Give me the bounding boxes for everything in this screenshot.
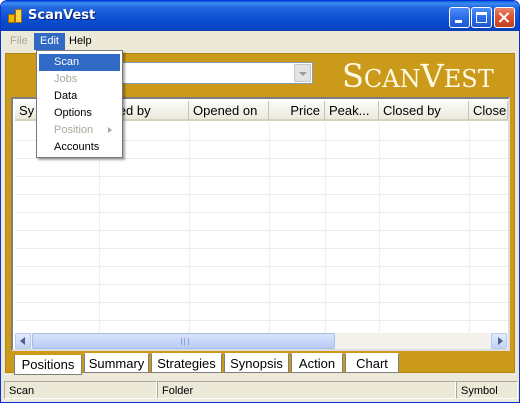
column-header-closed-by[interactable]: Closed by [379, 101, 469, 121]
window-title: ScanVest [28, 8, 96, 23]
menu-item-position: Position [39, 122, 120, 139]
tab-summary[interactable]: Summary [84, 353, 149, 373]
menu-edit[interactable]: Edit [34, 33, 65, 50]
status-pane-middle: Folder [157, 381, 456, 399]
app-icon [8, 9, 23, 24]
app-window: ScanVest File Edit Help SCANVEST Sy Open… [0, 0, 520, 403]
menu-item-position-label: Position [54, 124, 94, 136]
maximize-icon [476, 12, 487, 23]
submenu-arrow-icon [108, 127, 112, 133]
menu-item-scan[interactable]: Scan [39, 54, 120, 71]
menu-item-accounts[interactable]: Accounts [39, 139, 120, 156]
tab-synopsis[interactable]: Synopsis [224, 353, 289, 373]
tab-positions[interactable]: Positions [14, 355, 82, 375]
menu-file[interactable]: File [4, 33, 34, 50]
scroll-left-icon[interactable] [15, 333, 31, 349]
column-header-close[interactable]: Close [469, 101, 508, 121]
brand-logo: SCANVEST [342, 57, 494, 95]
menu-item-data[interactable]: Data [39, 88, 120, 105]
column-header-peak[interactable]: Peak... [325, 101, 379, 121]
maximize-button[interactable] [471, 7, 492, 28]
chevron-down-icon[interactable] [294, 64, 311, 82]
status-bar: Scan Folder Symbol [1, 379, 519, 401]
horizontal-scrollbar[interactable] [15, 333, 508, 349]
minimize-icon [455, 20, 462, 23]
tab-strategies[interactable]: Strategies [151, 353, 222, 373]
column-header-opened-on[interactable]: Opened on [189, 101, 269, 121]
minimize-button[interactable] [449, 7, 470, 28]
scroll-right-icon[interactable] [491, 333, 507, 349]
status-pane-left: Scan [4, 381, 157, 399]
menu-help[interactable]: Help [63, 33, 98, 50]
grip-icon [181, 338, 189, 345]
title-bar[interactable]: ScanVest [1, 1, 519, 31]
menu-item-jobs: Jobs [54, 73, 78, 85]
status-pane-right: Symbol [456, 381, 518, 399]
close-icon [495, 8, 514, 27]
close-button[interactable] [494, 7, 515, 28]
edit-dropdown-menu: Scan Jobs Data Options Position Accounts [36, 50, 123, 158]
tab-chart[interactable]: Chart [345, 353, 399, 373]
scrollbar-thumb[interactable] [32, 333, 335, 349]
menu-bar: File Edit Help [1, 31, 519, 51]
tab-action[interactable]: Action [291, 353, 343, 373]
account-combo[interactable] [115, 62, 313, 84]
column-header-price[interactable]: Price [269, 101, 325, 121]
menu-item-options[interactable]: Options [39, 105, 120, 122]
